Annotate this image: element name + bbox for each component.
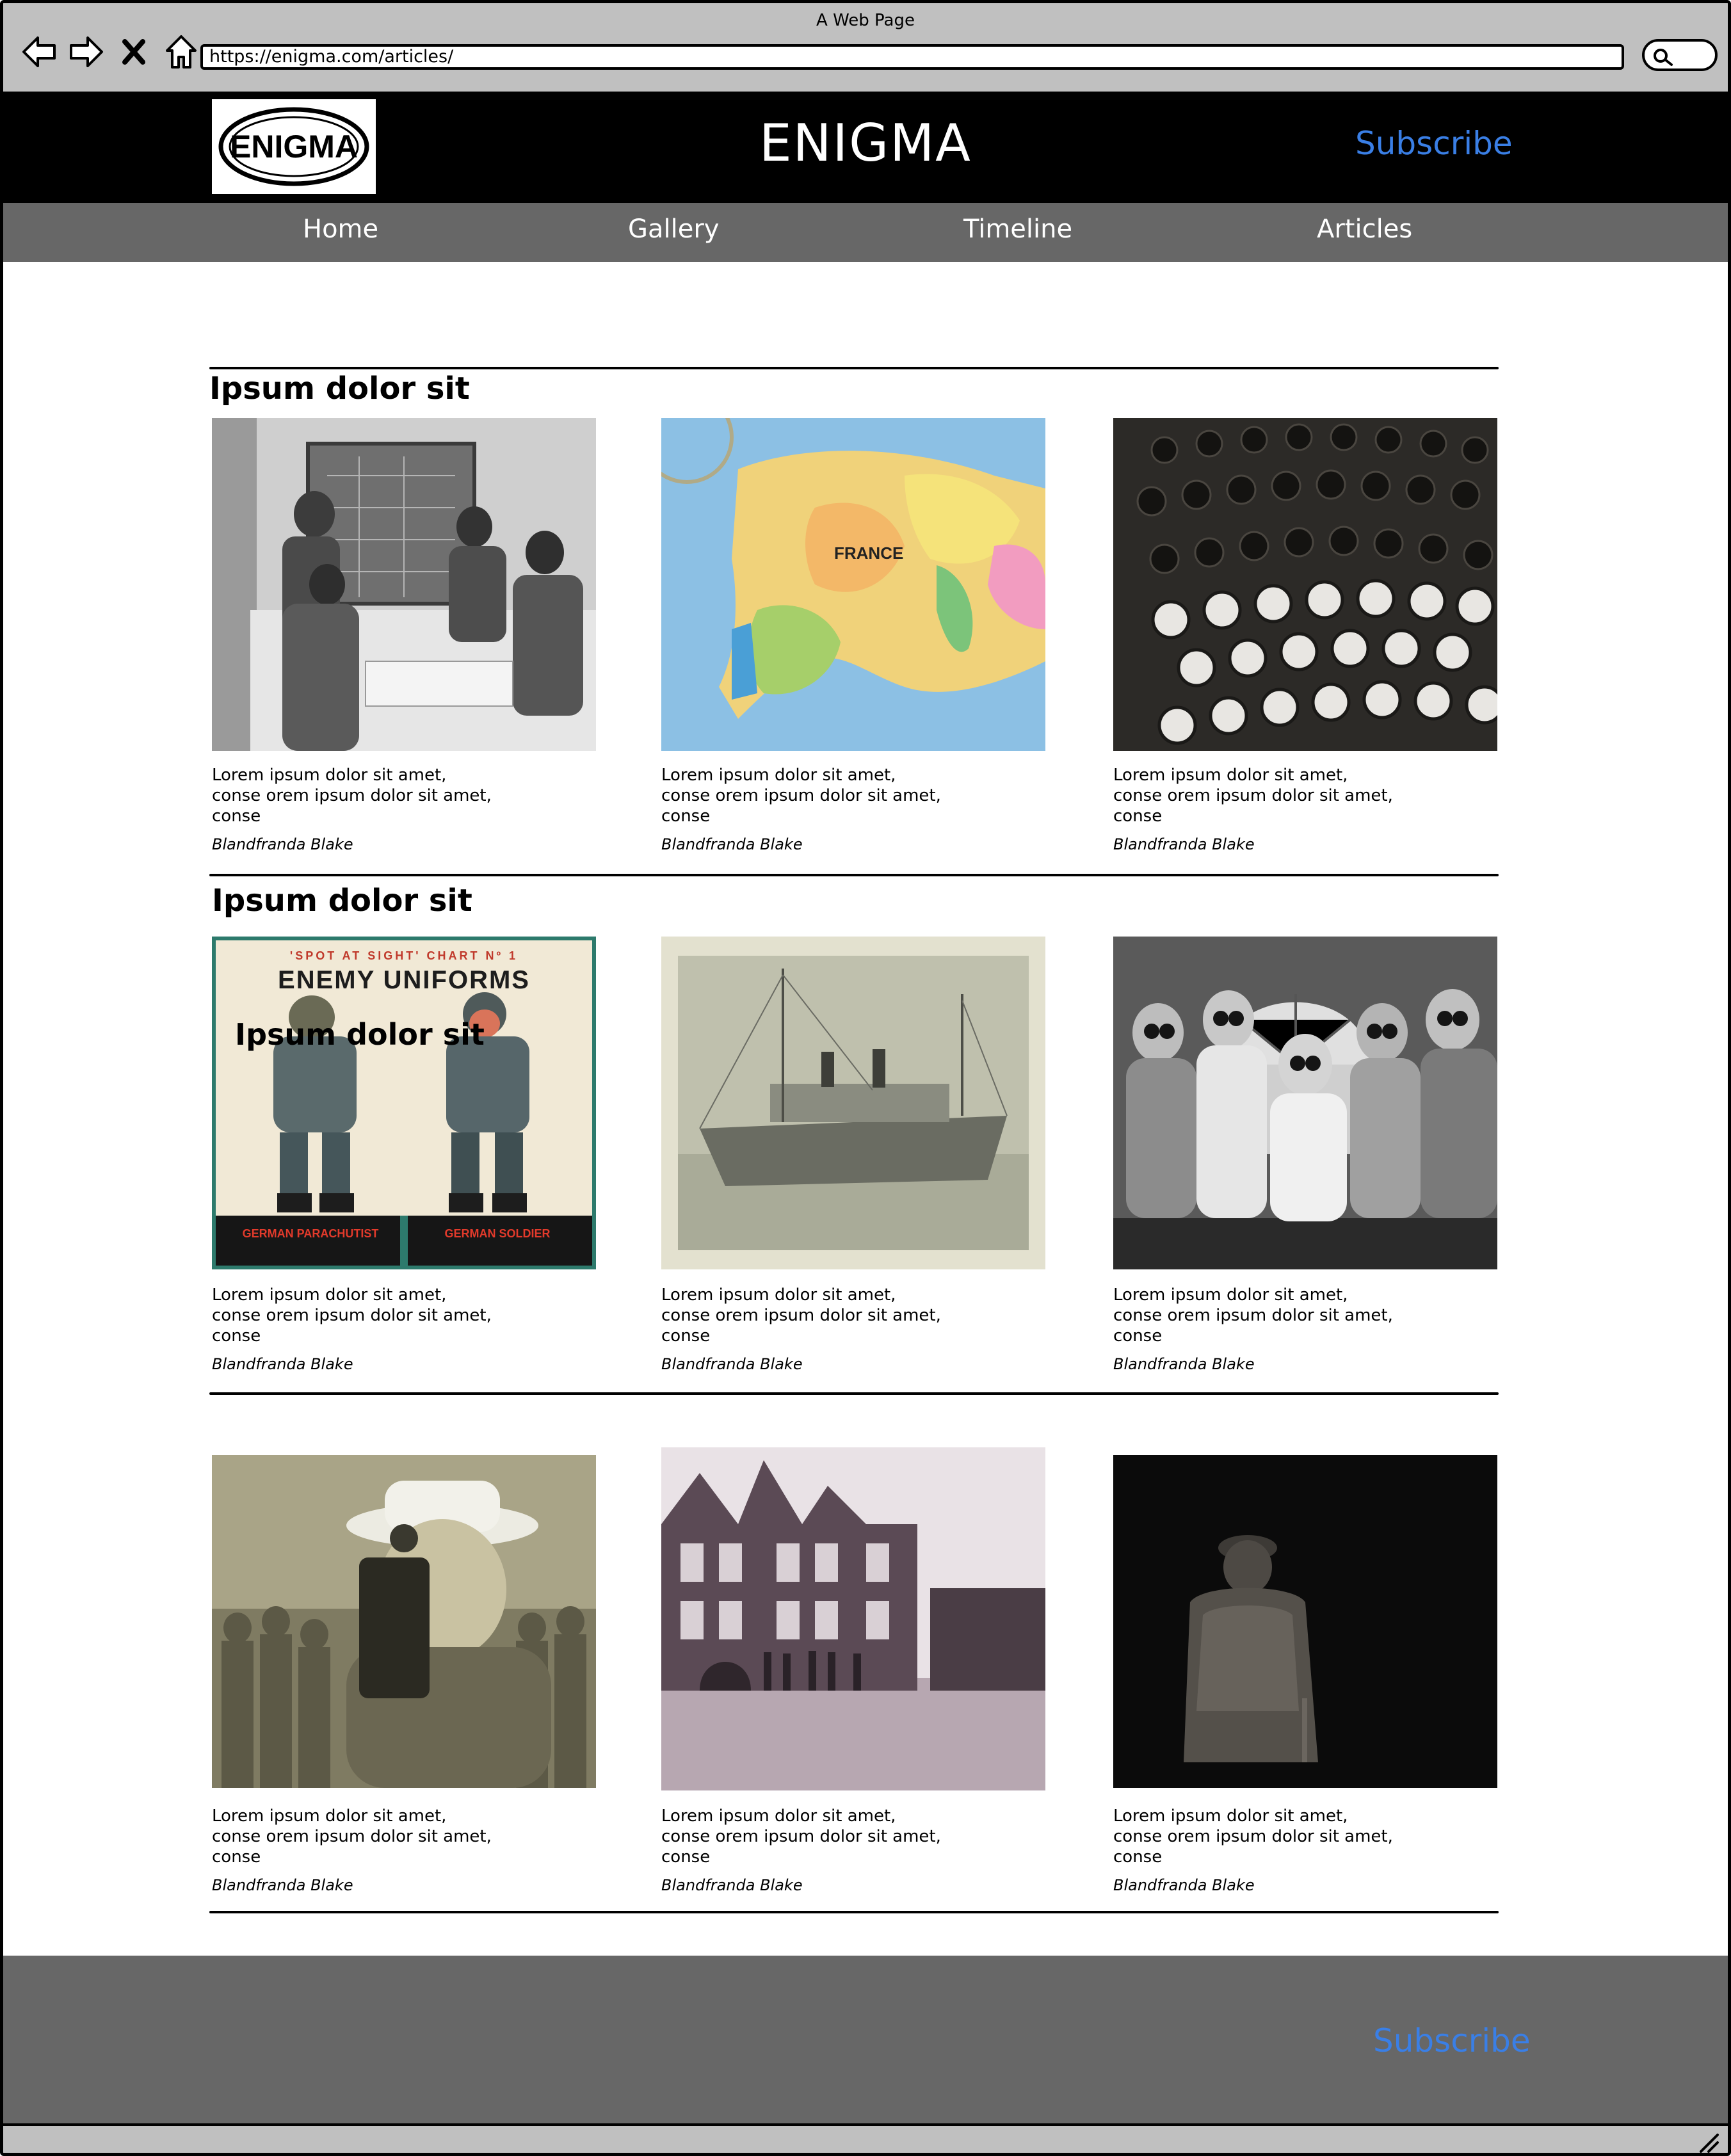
article-author: Blandfranda Blake xyxy=(661,1876,803,1894)
section-divider xyxy=(209,367,1499,369)
forward-arrow-icon[interactable] xyxy=(67,33,106,71)
article-author: Blandfranda Blake xyxy=(212,835,353,853)
back-arrow-icon[interactable] xyxy=(20,33,58,71)
main-nav: Home Gallery Timeline Articles xyxy=(3,203,1728,262)
poster-caption-right: GERMAN SOLDIER xyxy=(444,1227,551,1240)
excerpt-line: conse xyxy=(661,1326,711,1346)
excerpt-line: conse xyxy=(212,807,261,826)
article-author: Blandfranda Blake xyxy=(212,1876,353,1894)
excerpt-line: Lorem ipsum dolor sit amet, xyxy=(1113,1285,1348,1305)
excerpt-line: conse xyxy=(1113,1326,1163,1346)
article-excerpt: Lorem ipsum dolor sit amet, conse orem i… xyxy=(1113,1806,1497,1867)
excerpt-line: Lorem ipsum dolor sit amet, xyxy=(212,766,447,785)
section-divider xyxy=(209,874,1499,876)
article-author: Blandfranda Blake xyxy=(661,1355,803,1373)
excerpt-line: conse orem ipsum dolor sit amet, xyxy=(212,1306,492,1325)
browser-toolbar: A Web Page https://enigma.com/articles/ xyxy=(3,3,1728,94)
excerpt-line: conse orem ipsum dolor sit amet, xyxy=(212,786,492,805)
subscribe-link-header[interactable]: Subscribe xyxy=(1355,125,1513,162)
search-icon xyxy=(1654,49,1673,66)
subscribe-link-footer[interactable]: Subscribe xyxy=(1373,2022,1531,2059)
excerpt-line: Lorem ipsum dolor sit amet, xyxy=(212,1806,447,1826)
article-excerpt: Lorem ipsum dolor sit amet, conse orem i… xyxy=(661,1285,1045,1346)
navigation-buttons xyxy=(20,33,200,71)
nav-item-articles[interactable]: Articles xyxy=(1317,214,1412,244)
excerpt-line: conse xyxy=(212,1326,261,1346)
excerpt-line: Lorem ipsum dolor sit amet, xyxy=(1113,1806,1348,1826)
article-image-women-workers[interactable] xyxy=(1113,937,1497,1269)
excerpt-line: conse xyxy=(661,1847,711,1867)
article-image-bletchley-mansion[interactable] xyxy=(661,1447,1045,1790)
excerpt-line: conse orem ipsum dolor sit amet, xyxy=(661,1306,941,1325)
article-image-europe-map[interactable]: FRANCE xyxy=(661,418,1045,751)
section-divider xyxy=(209,1911,1499,1913)
article-excerpt: Lorem ipsum dolor sit amet, conse orem i… xyxy=(661,1806,1045,1867)
browser-status-bar xyxy=(3,2123,1728,2154)
article-excerpt: Lorem ipsum dolor sit amet, conse orem i… xyxy=(1113,765,1497,826)
excerpt-line: Lorem ipsum dolor sit amet, xyxy=(212,1285,447,1305)
article-image-enigma-keyboard[interactable] xyxy=(1113,418,1497,751)
excerpt-line: conse orem ipsum dolor sit amet, xyxy=(1113,1827,1393,1846)
article-excerpt: Lorem ipsum dolor sit amet, conse orem i… xyxy=(661,765,1045,826)
poster-headline: ENEMY UNIFORMS xyxy=(278,966,530,994)
address-bar[interactable]: https://enigma.com/articles/ xyxy=(200,44,1624,70)
article-image-briefing-room[interactable] xyxy=(212,418,596,751)
article-image-enemy-uniforms-poster[interactable]: 'SPOT AT SIGHT' CHART Nº 1 ENEMY UNIFORM… xyxy=(212,937,596,1269)
poster-top-line: 'SPOT AT SIGHT' CHART Nº 1 xyxy=(289,949,519,962)
excerpt-line: conse xyxy=(212,1847,261,1867)
excerpt-line: conse orem ipsum dolor sit amet, xyxy=(661,1827,941,1846)
close-icon[interactable] xyxy=(115,33,153,71)
window-title: A Web Page xyxy=(816,11,915,30)
article-excerpt: Lorem ipsum dolor sit amet, conse orem i… xyxy=(1113,1285,1497,1346)
article-author: Blandfranda Blake xyxy=(1113,1876,1255,1894)
browser-window: A Web Page https://enigma.com/articles/ xyxy=(0,0,1731,2156)
poster-caption-left: GERMAN PARACHUTIST xyxy=(242,1227,379,1240)
article-image-man-with-camera[interactable] xyxy=(212,1455,596,1788)
article-image-ship[interactable] xyxy=(661,937,1045,1269)
excerpt-line: conse xyxy=(661,807,711,826)
resize-grip-icon[interactable] xyxy=(1696,2131,1721,2154)
section-divider xyxy=(209,1392,1499,1395)
article-excerpt: Lorem ipsum dolor sit amet, conse orem i… xyxy=(212,765,596,826)
excerpt-line: conse xyxy=(1113,1847,1163,1867)
excerpt-line: conse orem ipsum dolor sit amet, xyxy=(1113,1306,1393,1325)
article-author: Blandfranda Blake xyxy=(1113,1355,1255,1373)
article-excerpt: Lorem ipsum dolor sit amet, conse orem i… xyxy=(212,1806,596,1867)
excerpt-line: Lorem ipsum dolor sit amet, xyxy=(661,1806,896,1826)
section-title: Ipsum dolor sit xyxy=(212,883,472,919)
article-author: Blandfranda Blake xyxy=(661,835,803,853)
nav-item-gallery[interactable]: Gallery xyxy=(628,214,719,244)
excerpt-line: conse orem ipsum dolor sit amet, xyxy=(1113,786,1393,805)
excerpt-line: conse orem ipsum dolor sit amet, xyxy=(661,786,941,805)
svg-text:FRANCE: FRANCE xyxy=(834,543,903,563)
article-author: Blandfranda Blake xyxy=(212,1355,353,1373)
nav-item-timeline[interactable]: Timeline xyxy=(963,214,1072,244)
article-excerpt: Lorem ipsum dolor sit amet, conse orem i… xyxy=(212,1285,596,1346)
excerpt-line: Lorem ipsum dolor sit amet, xyxy=(1113,766,1348,785)
image-overlay-title: Ipsum dolor sit xyxy=(235,1017,485,1052)
excerpt-line: Lorem ipsum dolor sit amet, xyxy=(661,1285,896,1305)
excerpt-line: conse xyxy=(1113,807,1163,826)
excerpt-line: Lorem ipsum dolor sit amet, xyxy=(661,766,896,785)
section-title: Ipsum dolor sit xyxy=(209,371,470,406)
article-image-statue[interactable] xyxy=(1113,1455,1497,1788)
nav-item-home[interactable]: Home xyxy=(303,214,378,244)
excerpt-line: conse orem ipsum dolor sit amet, xyxy=(212,1827,492,1846)
home-icon[interactable] xyxy=(162,33,200,71)
article-author: Blandfranda Blake xyxy=(1113,835,1255,853)
search-box[interactable] xyxy=(1642,39,1718,71)
